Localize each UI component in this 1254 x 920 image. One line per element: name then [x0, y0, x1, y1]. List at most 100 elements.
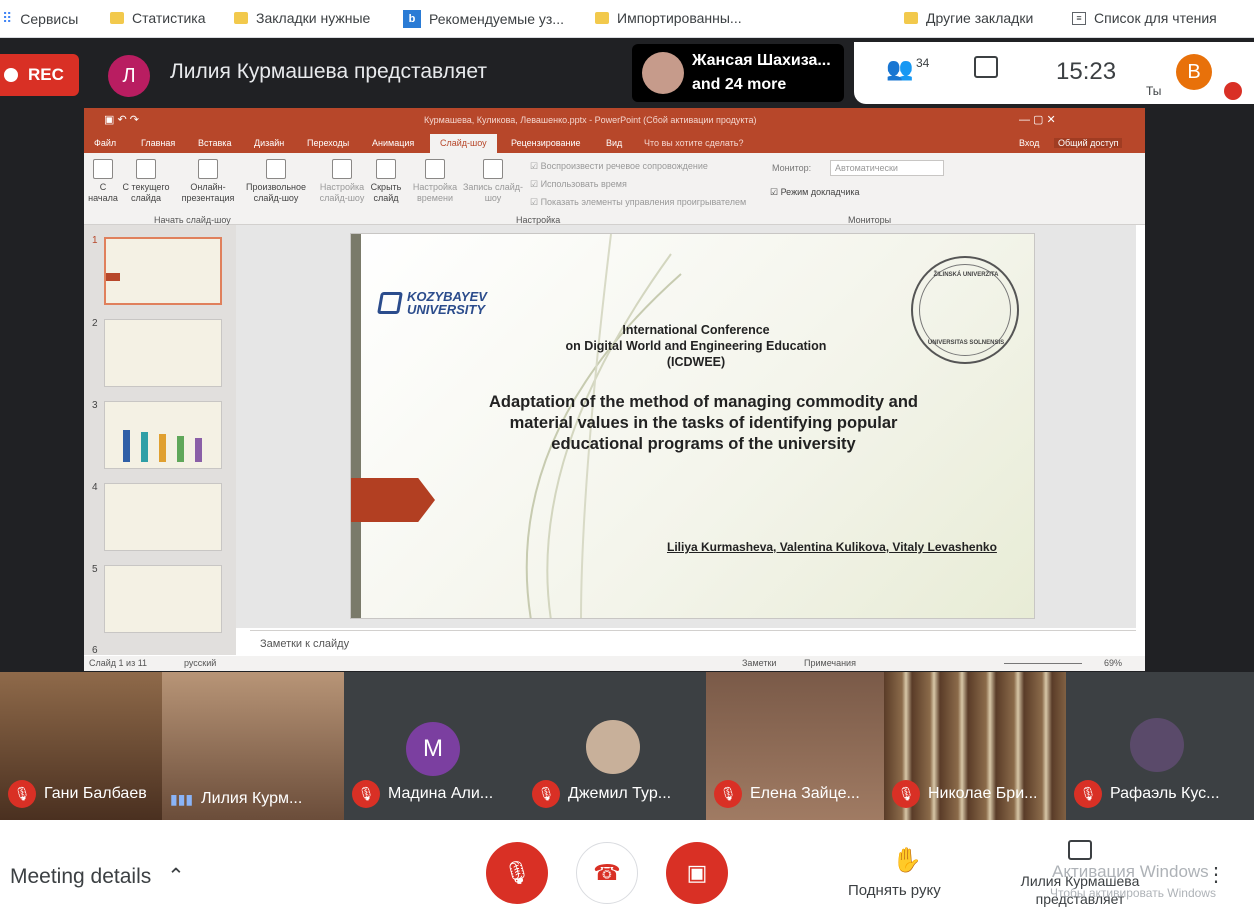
meeting-details-button[interactable]: Meeting details ⌃ [10, 864, 185, 889]
people-icon[interactable]: 👥 [886, 56, 913, 82]
group-setup: Настройка [516, 215, 561, 225]
thumbnail-slide-2[interactable] [104, 319, 222, 387]
signin-link[interactable]: Вход [1019, 138, 1039, 148]
tab-file[interactable]: Файл [94, 138, 116, 148]
participant-tile[interactable]: ▮▮▮ Лилия Курм... [162, 672, 344, 820]
top-participant-tile[interactable]: Жансая Шахиза... and 24 more [632, 44, 844, 102]
record-show-button[interactable]: Запись слайд-шоу [462, 159, 524, 204]
custom-show-icon [266, 159, 286, 179]
more-options-icon[interactable]: ⋮ [1206, 862, 1226, 887]
rehearse-button[interactable]: Настройка времени [410, 159, 460, 204]
tab-transitions[interactable]: Переходы [307, 138, 349, 148]
bookmark-other[interactable]: Другие закладки [904, 10, 1033, 26]
participant-tile[interactable]: 🎙 Рафаэль Кус... [1066, 672, 1254, 820]
presenter-view-checkbox[interactable]: ☑ Режим докладчика [770, 187, 860, 198]
mic-off-icon: 🎙 [8, 780, 36, 808]
muted-icon [1224, 82, 1242, 100]
hang-up-icon: ☎ [593, 860, 621, 885]
reading-list[interactable]: ≡ Список для чтения [1072, 10, 1217, 26]
present-icon[interactable] [1068, 840, 1092, 860]
group-monitors: Мониторы [848, 215, 892, 225]
thumbnail-slide-3[interactable] [104, 401, 222, 469]
ppt-status-bar: Слайд 1 из 11 русский Заметки Примечания… [84, 656, 1145, 671]
tab-view[interactable]: Вид [606, 138, 622, 148]
window-controls[interactable]: — ▢ ✕ [1019, 113, 1056, 126]
thumb-bar [177, 436, 184, 462]
thumbnail-slide-1[interactable] [104, 237, 222, 305]
bookmark-stats[interactable]: Статистика [110, 10, 206, 26]
self-avatar[interactable]: В [1176, 54, 1212, 90]
from-start-button[interactable]: С начала [86, 159, 120, 204]
leave-call-button[interactable]: ☎ [576, 842, 638, 904]
notes-toggle[interactable]: Заметки [742, 658, 776, 668]
comments-toggle[interactable]: Примечания [804, 658, 856, 668]
participant-avatar [586, 720, 640, 774]
participant-avatar: М [406, 722, 460, 776]
thumbnail-slide-4[interactable] [104, 483, 222, 551]
folder-icon [110, 12, 124, 24]
tell-me[interactable]: Что вы хотите сделать? [644, 138, 744, 148]
tab-design[interactable]: Дизайн [254, 138, 284, 148]
current-slide[interactable]: KOZYBAYEV UNIVERSITY International Confer… [350, 233, 1035, 619]
zoom-slider[interactable] [1004, 663, 1082, 664]
kozybayev-logo-icon [377, 292, 403, 314]
checkbox-controls[interactable]: ☑ Показать элементы управления проигрыва… [530, 193, 746, 211]
setup-show-button[interactable]: Настройка слайд-шоу [316, 159, 368, 204]
mic-off-icon: 🎙 [352, 780, 380, 808]
monitor-select[interactable]: Автоматически [830, 160, 944, 176]
thumb-number: 2 [92, 318, 98, 329]
university-seal: ŽILINSKÁ UNIVERZITA UNIVERSITAS SOLNENSI… [911, 256, 1019, 364]
monitor-label: Монитор: [772, 163, 812, 173]
thumb-bar [141, 432, 148, 462]
bookmark-recommended[interactable]: b Рекомендуемые уз... [403, 10, 564, 28]
thumbnail-slide-5[interactable] [104, 565, 222, 633]
participant-tile[interactable]: 🎙 Гани Балбаев [0, 672, 162, 820]
ppt-title-bar: Курмашева, Куликова, Левашенко.pptx - Po… [84, 108, 1145, 133]
from-current-button[interactable]: С текущего слайда [120, 159, 172, 204]
checkbox-timing[interactable]: ☑ Использовать время [530, 175, 746, 193]
participant-name-row: 🎙 Рафаэль Кус... [1074, 780, 1220, 808]
participant-tile[interactable]: М 🎙 Мадина Али... [344, 672, 524, 820]
self-label: Ты [1146, 84, 1162, 98]
conference-title: International Conference on Digital Worl… [565, 323, 827, 369]
bookmark-imported[interactable]: Импортированны... [595, 10, 742, 26]
tab-home[interactable]: Главная [141, 138, 175, 148]
setup-icon [332, 159, 352, 179]
tab-animation[interactable]: Анимация [372, 138, 414, 148]
folder-icon [234, 12, 248, 24]
folder-icon [904, 12, 918, 24]
notes-pane[interactable]: Заметки к слайду [250, 630, 1136, 655]
zoom-level[interactable]: 69% [1104, 658, 1122, 668]
share-button[interactable]: Общий доступ [1054, 138, 1123, 148]
raise-hand-icon[interactable]: ✋ [892, 846, 922, 875]
bookmark-services[interactable]: ⠿ Сервисы [2, 10, 78, 27]
mic-toggle-button[interactable]: 🎙 [486, 842, 548, 904]
powerpoint-window: Курмашева, Куликова, Левашенко.pptx - Po… [84, 108, 1145, 671]
presenting-title: Лилия Курмашева представляет [170, 60, 487, 83]
red-arrow-shape [351, 478, 435, 522]
reading-list-icon: ≡ [1072, 11, 1086, 25]
language-indicator[interactable]: русский [184, 658, 216, 668]
mic-off-icon: 🎙 [1074, 780, 1102, 808]
participant-tile[interactable]: 🎙 Николае Бри... [884, 672, 1066, 820]
tab-review[interactable]: Рецензирование [511, 138, 581, 148]
bookmarks-bar: ⠿ Сервисы Статистика Закладки нужные b Рек… [0, 0, 1254, 38]
custom-show-button[interactable]: Произвольное слайд-шоу [242, 159, 310, 204]
meet-controls-panel: 👥 34 15:23 В Ты [854, 42, 1254, 104]
camera-toggle-button[interactable]: ▣ [666, 842, 728, 904]
record-icon [483, 159, 503, 179]
save-icon[interactable]: ▣ ↶ ↷ [104, 113, 139, 126]
recording-badge: REC [0, 54, 79, 96]
tab-slideshow[interactable]: Слайд-шоу [430, 134, 497, 153]
tab-insert[interactable]: Вставка [198, 138, 231, 148]
hide-slide-icon [376, 159, 396, 179]
participant-tile[interactable]: 🎙 Елена Зайце... [706, 672, 884, 820]
checkbox-narration[interactable]: ☑ Воспроизвести речевое сопровождение [530, 157, 746, 175]
participant-tile[interactable]: 🎙 Джемил Тур... [524, 672, 706, 820]
bookmark-needed[interactable]: Закладки нужные [234, 10, 370, 26]
thumb-bar [195, 438, 202, 462]
online-present-button[interactable]: Онлайн-презентация [178, 159, 238, 204]
chat-icon[interactable] [974, 56, 998, 78]
thumb-bar [159, 434, 166, 462]
hide-slide-button[interactable]: Скрыть слайд [368, 159, 404, 204]
